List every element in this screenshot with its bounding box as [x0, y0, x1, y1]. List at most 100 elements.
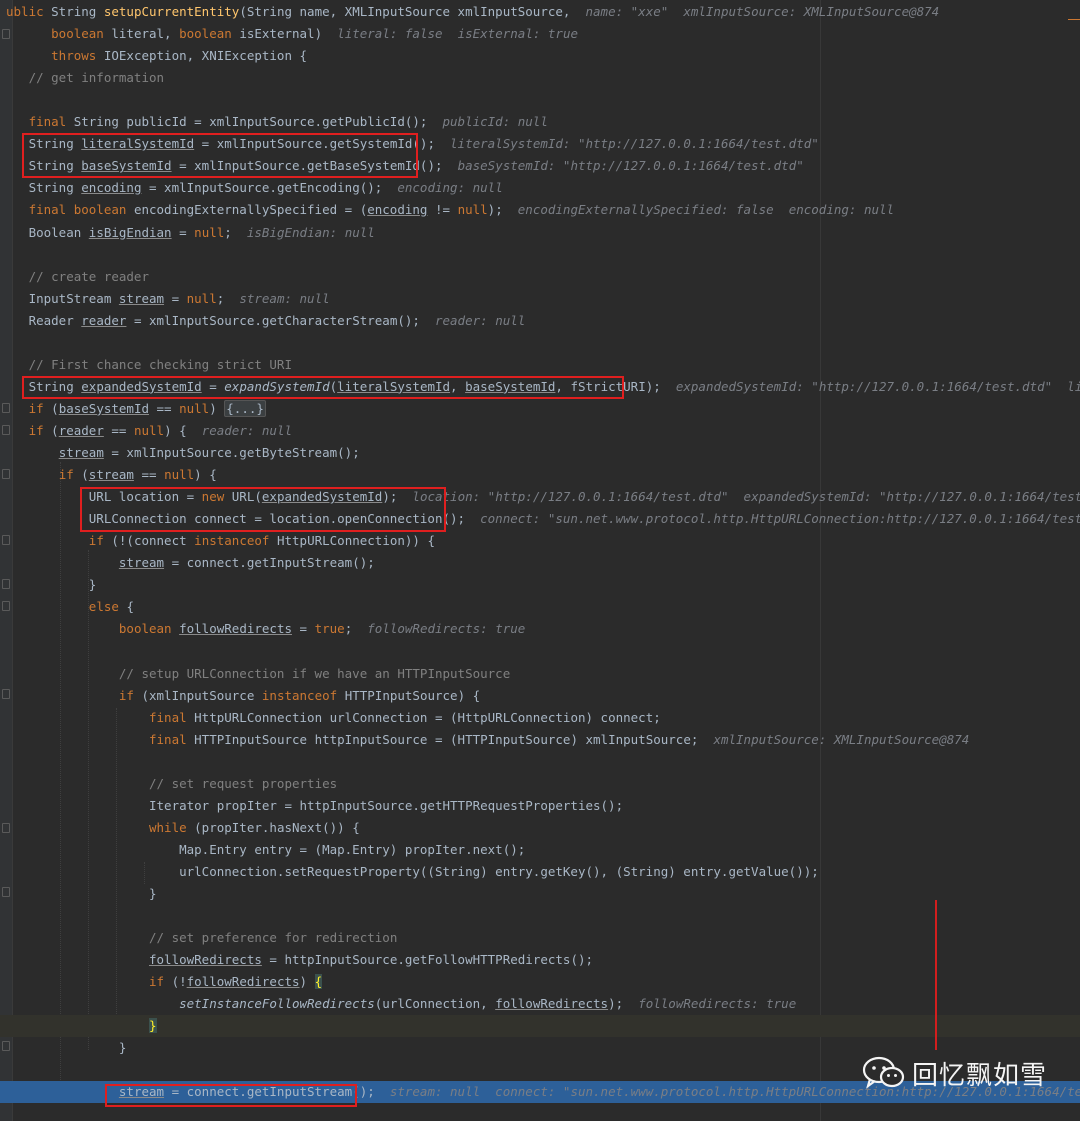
code-line[interactable]: if (stream == null) { [0, 464, 1080, 486]
code-token: setInstanceFollowRedirects [179, 996, 375, 1012]
code-token: baseSystemId [58, 400, 149, 416]
code-line[interactable] [0, 640, 1080, 662]
code-line[interactable]: } [0, 883, 1080, 905]
watermark: 回忆飘如雪 [862, 1056, 1048, 1091]
code-line[interactable] [0, 244, 1080, 266]
code-line[interactable]: // First chance checking strict URI [0, 354, 1080, 376]
code-token: stream [118, 555, 165, 571]
inline-debug-value: connect: "sun.net.www.protocol.http.Http… [480, 511, 1080, 527]
code-line[interactable]: // create reader [0, 266, 1080, 288]
code-line[interactable]: stream = xmlInputSource.getByteStream(); [0, 442, 1080, 464]
code-token: = xmlInputSource.getByteStream(); [103, 445, 360, 460]
code-line[interactable]: throws IOException, XNIException { [0, 45, 1080, 67]
code-line[interactable]: boolean literal, boolean isExternal) lit… [0, 23, 1080, 45]
code-token[interactable]: {...} [224, 399, 266, 417]
code-token: literal, [111, 26, 180, 42]
inline-debug-value: xmlInputSource: XMLInputSource@874 [713, 731, 970, 747]
code-token: (xmlInputSource [141, 687, 262, 703]
scroll-marker [1068, 19, 1080, 20]
inline-debug-value: location: "http://127.0.0.1:1664/test.dt… [412, 489, 1080, 505]
code-line[interactable]: // setup URLConnection if we have an HTT… [0, 663, 1080, 685]
code-token: } [149, 1018, 157, 1034]
code-token: null [457, 202, 488, 218]
code-line[interactable]: } [0, 1015, 1080, 1038]
code-line[interactable]: final HttpURLConnection urlConnection = … [0, 707, 1080, 729]
code-token: ) { [194, 467, 217, 483]
code-line[interactable]: while (propIter.hasNext()) { [0, 817, 1080, 839]
code-line[interactable]: else { [0, 596, 1080, 618]
code-line[interactable]: if (baseSystemId == null) {...} [0, 398, 1080, 420]
code-line[interactable]: InputStream stream = null; stream: null [0, 288, 1080, 310]
code-token: final [28, 114, 74, 130]
inline-debug-value: expandedSystemId: "http://127.0.0.1:1664… [675, 378, 1080, 394]
code-token: = [171, 224, 195, 240]
code-token: final boolean [28, 202, 134, 218]
code-token: } [6, 577, 97, 593]
code-line[interactable]: if (!(connect instanceof HttpURLConnecti… [0, 530, 1080, 552]
code-token: null [194, 224, 225, 240]
code-line[interactable]: // set request properties [0, 773, 1080, 795]
inline-debug-value: publicId: null [442, 114, 548, 130]
code-line[interactable]: boolean followRedirects = true; followRe… [0, 618, 1080, 640]
code-token: { [126, 599, 134, 615]
code-token: String [51, 4, 104, 19]
inline-debug-value: baseSystemId: "http://127.0.0.1:1664/tes… [457, 158, 804, 174]
code-token: true [314, 621, 345, 637]
code-line[interactable] [0, 751, 1080, 773]
code-line[interactable]: if (xmlInputSource instanceof HTTPInputS… [0, 685, 1080, 707]
code-line[interactable]: Boolean isBigEndian = null; isBigEndian:… [0, 222, 1080, 244]
code-line[interactable]: final boolean encodingExternallySpecifie… [0, 199, 1080, 221]
code-token: == [149, 400, 180, 416]
code-line[interactable]: Map.Entry entry = (Map.Entry) propIter.n… [0, 839, 1080, 861]
watermark-text: 回忆飘如雪 [912, 1060, 1048, 1091]
code-line[interactable]: setInstanceFollowRedirects(urlConnection… [0, 993, 1080, 1015]
code-token: ); [608, 996, 639, 1012]
code-line[interactable]: final HTTPInputSource httpInputSource = … [0, 729, 1080, 751]
code-line[interactable]: urlConnection.setRequestProperty((String… [0, 861, 1080, 883]
code-token: ) [299, 974, 315, 990]
code-line[interactable]: ublic String setupCurrentEntity(String n… [0, 1, 1080, 23]
inline-debug-value: followRedirects: true [367, 621, 526, 637]
code-line[interactable] [0, 89, 1080, 111]
code-token: final [149, 731, 195, 747]
code-token: } [6, 1040, 127, 1056]
code-line[interactable]: stream = connect.getInputStream(); [0, 552, 1080, 574]
code-comment: // set request properties [149, 775, 338, 791]
code-line[interactable]: followRedirects = httpInputSource.getFol… [0, 949, 1080, 971]
code-line[interactable]: Iterator propIter = httpInputSource.getH… [0, 795, 1080, 817]
code-line[interactable]: if (!followRedirects) { [0, 971, 1080, 993]
inline-debug-value: reader: null [201, 422, 293, 438]
code-line[interactable] [0, 905, 1080, 927]
code-comment: // get information [28, 70, 165, 86]
code-token: { [314, 974, 323, 990]
code-comment: // First chance checking strict URI [28, 356, 292, 372]
code-line[interactable]: Reader reader = xmlInputSource.getCharac… [0, 310, 1080, 332]
code-line[interactable] [0, 332, 1080, 354]
code-token: IOException, XNIException { [103, 48, 308, 64]
code-line[interactable]: } [0, 574, 1080, 596]
code-token: } [6, 886, 157, 901]
inline-debug-value: name: "xxe" xmlInputSource: XMLInputSour… [585, 4, 940, 19]
code-line[interactable]: if (reader == null) { reader: null [0, 420, 1080, 442]
code-token: HttpURLConnection urlConnection = (HttpU… [194, 709, 661, 725]
code-token: reader [81, 312, 127, 328]
code-token: == [103, 422, 134, 438]
code-line[interactable]: // set preference for redirection [0, 927, 1080, 949]
code-line[interactable]: // get information [0, 67, 1080, 89]
code-token: != [427, 202, 458, 218]
code-line[interactable]: String encoding = xmlInputSource.getEnco… [0, 177, 1080, 199]
code-line[interactable]: final String publicId = xmlInputSource.g… [0, 111, 1080, 133]
